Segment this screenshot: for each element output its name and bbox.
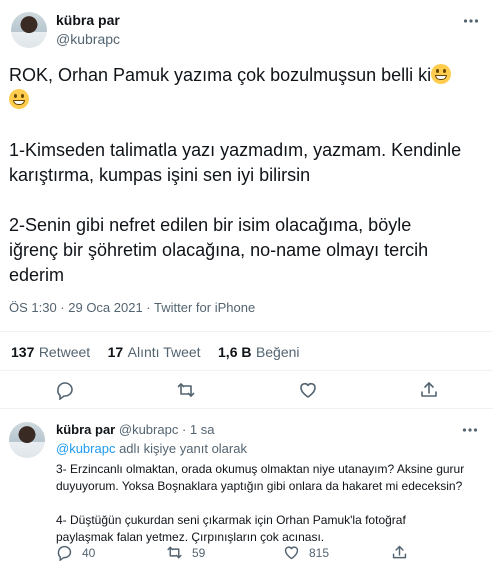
retweet-icon[interactable] xyxy=(176,380,196,400)
tweet-text-segment: ROK, Orhan Pamuk yazıma çok bozulmuşsun … xyxy=(9,65,432,85)
reply-text-line: paylaşmak falan yetmez. Çırpınışların ço… xyxy=(56,530,325,544)
tweet-text-line: 2-Senin gibi nefret edilen bir isim olac… xyxy=(9,215,412,235)
separator: · xyxy=(181,422,187,437)
reply-author-name[interactable]: kübra par xyxy=(56,422,115,437)
divider xyxy=(0,331,493,332)
reply-text-line: 4- Düştüğün çukurdan seni çıkarmak için … xyxy=(56,513,406,527)
like-stat[interactable]: 1,6 B Beğeni xyxy=(218,344,300,361)
replying-to-handle[interactable]: @kubrapc xyxy=(56,441,115,456)
reply-icon[interactable] xyxy=(55,380,75,400)
quote-stat[interactable]: 17 Alıntı Tweet xyxy=(108,344,205,361)
like-label: Beğeni xyxy=(255,344,300,360)
replying-to-label: adlı kişiye yanıt olarak xyxy=(119,441,247,456)
like-count: 1,6 B xyxy=(218,344,252,360)
reply-text: 3- Erzincanlı olmaktan, orada okumuş olm… xyxy=(56,461,488,546)
share-icon[interactable] xyxy=(391,544,408,561)
tweet-text-line: ederim xyxy=(9,265,65,285)
reply-count: 40 xyxy=(82,545,96,560)
reply-text-line: duyuyorum. Yoksa Boşnaklara yaptığın gib… xyxy=(56,479,463,493)
author-name[interactable]: kübra par xyxy=(56,12,120,28)
tweet-text-line xyxy=(9,88,484,113)
tweet-text-line: ROK, Orhan Pamuk yazıma çok bozulmuşsun … xyxy=(9,63,484,88)
quote-count: 17 xyxy=(107,344,124,360)
heart-icon[interactable] xyxy=(283,544,300,561)
reply-text-line: 3- Erzincanlı olmaktan, orada okumuş olm… xyxy=(56,462,465,476)
grinning-face-emoji-icon xyxy=(9,89,29,109)
avatar[interactable] xyxy=(9,422,45,458)
tweet-text-line: iğrenç bir şöhretim olacağına, no-name o… xyxy=(9,240,429,260)
more-horizontal-icon[interactable] xyxy=(462,12,480,30)
tweet-text-line: 1-Kimseden talimatla yazı yazmadım, yazm… xyxy=(9,140,462,160)
reply-time[interactable]: 1 sa xyxy=(190,422,215,437)
retweet-stat[interactable]: 137 Retweet xyxy=(11,344,95,361)
reply-action[interactable]: 40 xyxy=(56,544,95,561)
reply-author-handle[interactable]: @kubrapc xyxy=(119,422,178,437)
replying-to: @kubrapc adlı kişiye yanıt olarak xyxy=(56,441,247,456)
retweet-icon[interactable] xyxy=(166,544,183,561)
like-count: 815 xyxy=(309,545,330,560)
tweet-text: ROK, Orhan Pamuk yazıma çok bozulmuşsun … xyxy=(9,63,484,288)
like-action[interactable]: 815 xyxy=(283,544,329,561)
retweet-action[interactable]: 59 xyxy=(166,544,205,561)
share-icon[interactable] xyxy=(419,380,439,400)
reply-header: kübra par @kubrapc · 1 sa xyxy=(56,422,215,437)
avatar[interactable] xyxy=(11,12,47,48)
divider xyxy=(0,408,493,409)
tweet-timestamp[interactable]: ÖS 1:30 · 29 Oca 2021 · Twitter for iPho… xyxy=(9,300,255,315)
tweet-stats: 137 Retweet 17 Alıntı Tweet 1,6 B Beğeni xyxy=(11,344,300,362)
author-handle[interactable]: @kubrapc xyxy=(56,31,120,47)
heart-icon[interactable] xyxy=(298,380,318,400)
retweet-count: 137 xyxy=(11,344,35,360)
retweet-label: Retweet xyxy=(38,344,91,360)
quote-label: Alıntı Tweet xyxy=(127,344,201,360)
tweet-text-line: karıştırma, kumpas işini sen iyi bilirsi… xyxy=(9,165,311,185)
reply-icon[interactable] xyxy=(56,544,73,561)
grinning-face-emoji-icon xyxy=(431,64,452,84)
retweet-count: 59 xyxy=(192,545,206,560)
more-horizontal-icon[interactable] xyxy=(461,421,479,439)
divider xyxy=(0,370,493,371)
